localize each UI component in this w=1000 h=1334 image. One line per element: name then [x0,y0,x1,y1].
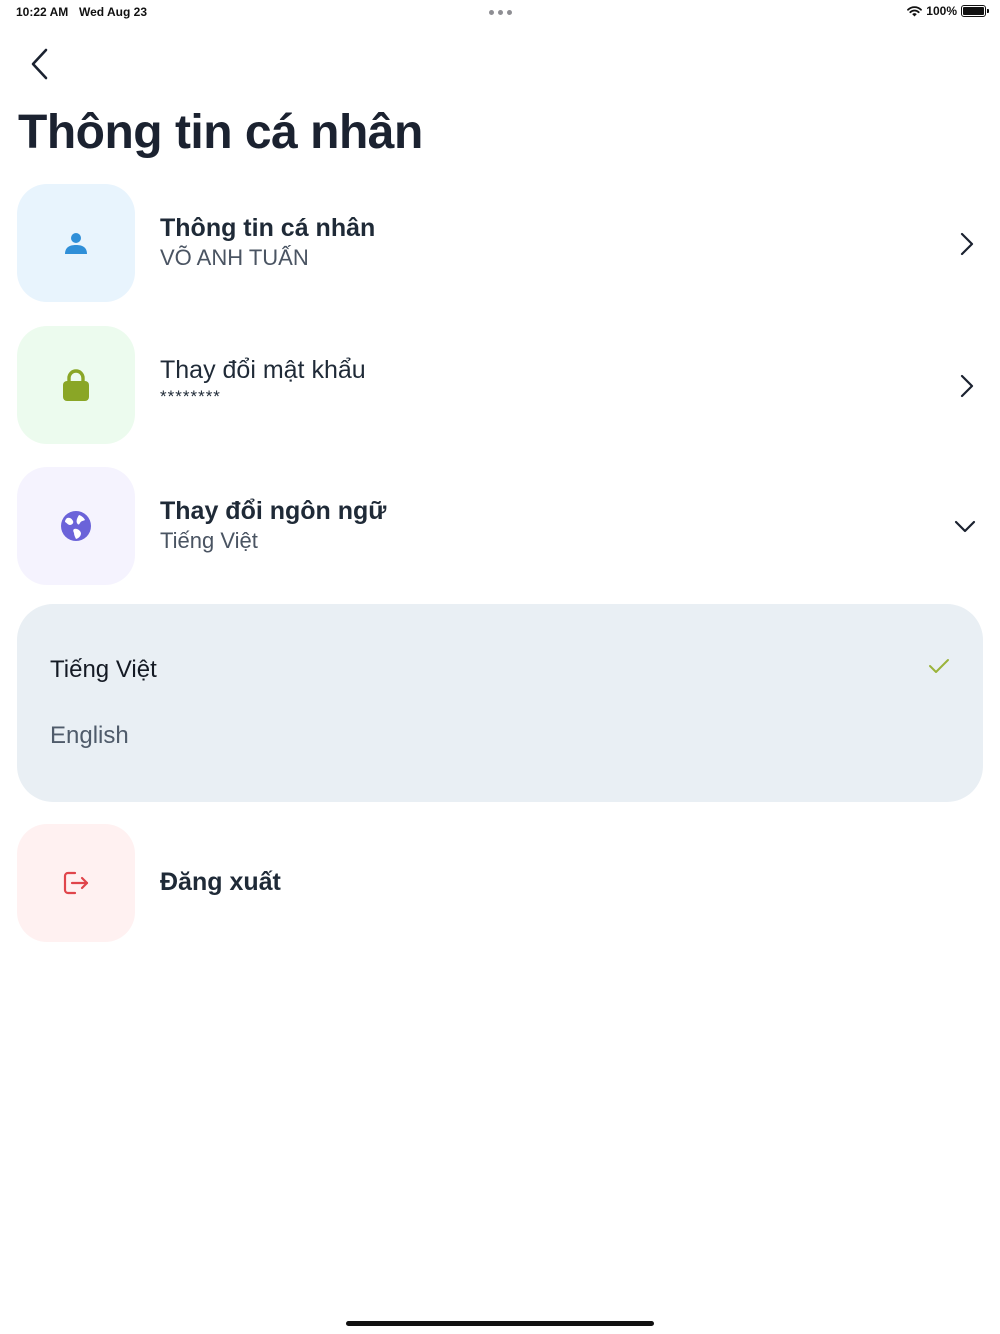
personal-info-title: Thông tin cá nhân [160,214,376,242]
change-language-icon-tile [17,467,135,585]
logout-icon-tile [17,824,135,942]
change-language-text: Thay đổi ngôn ngữ Tiếng Việt [160,497,386,554]
home-indicator[interactable] [346,1321,654,1326]
menu-item-change-language[interactable]: Thay đổi ngôn ngữ Tiếng Việt [17,467,983,587]
user-icon [65,233,87,254]
status-time: 10:22 AM [16,5,69,19]
chevron-left-icon [31,48,48,80]
menu-item-change-password[interactable]: Thay đổi mật khẩu ******** [17,326,983,446]
chevron-right-icon [957,374,977,398]
back-button[interactable] [22,44,58,84]
menu-item-personal-info[interactable]: Thông tin cá nhân VÕ ANH TUẤN [17,184,983,304]
logout-text: Đăng xuất [160,868,281,897]
logout-title: Đăng xuất [160,868,281,896]
lock-icon [63,369,89,401]
user-full-name: VÕ ANH TUẤN [160,245,309,270]
language-option-vietnamese[interactable]: Tiếng Việt [50,645,950,695]
chevron-right-icon [957,232,977,256]
change-password-icon-tile [17,326,135,444]
multitasking-dots-icon[interactable] [489,10,512,15]
wifi-icon [907,5,923,16]
status-bar: 10:22 AM Wed Aug 23 100% [0,0,1000,24]
language-dropdown: Tiếng Việt English [17,604,983,802]
current-language: Tiếng Việt [160,528,258,553]
status-date: Wed Aug 23 [79,5,148,19]
change-password-text: Thay đổi mật khẩu ******** [160,356,366,407]
globe-icon [61,511,91,541]
battery-percentage: 100% [926,4,957,18]
personal-info-icon-tile [17,184,135,302]
personal-info-text: Thông tin cá nhân VÕ ANH TUẤN [160,214,375,271]
page-title: Thông tin cá nhân [18,106,423,159]
menu-item-logout[interactable]: Đăng xuất [17,824,983,944]
change-password-title: Thay đổi mật khẩu [160,356,366,384]
password-mask: ******** [160,387,221,406]
battery-icon [961,5,989,17]
chevron-down-icon [953,515,977,539]
logout-icon [63,871,89,895]
profile-settings-page: 10:22 AM Wed Aug 23 100% Thông tin cá nh… [0,0,1000,1334]
change-language-title: Thay đổi ngôn ngữ [160,497,387,525]
language-option-label: English [50,722,129,749]
language-option-english[interactable]: English [50,711,950,761]
language-option-label: Tiếng Việt [50,656,157,683]
status-indicators: 100% [907,4,989,18]
check-icon [929,659,949,673]
